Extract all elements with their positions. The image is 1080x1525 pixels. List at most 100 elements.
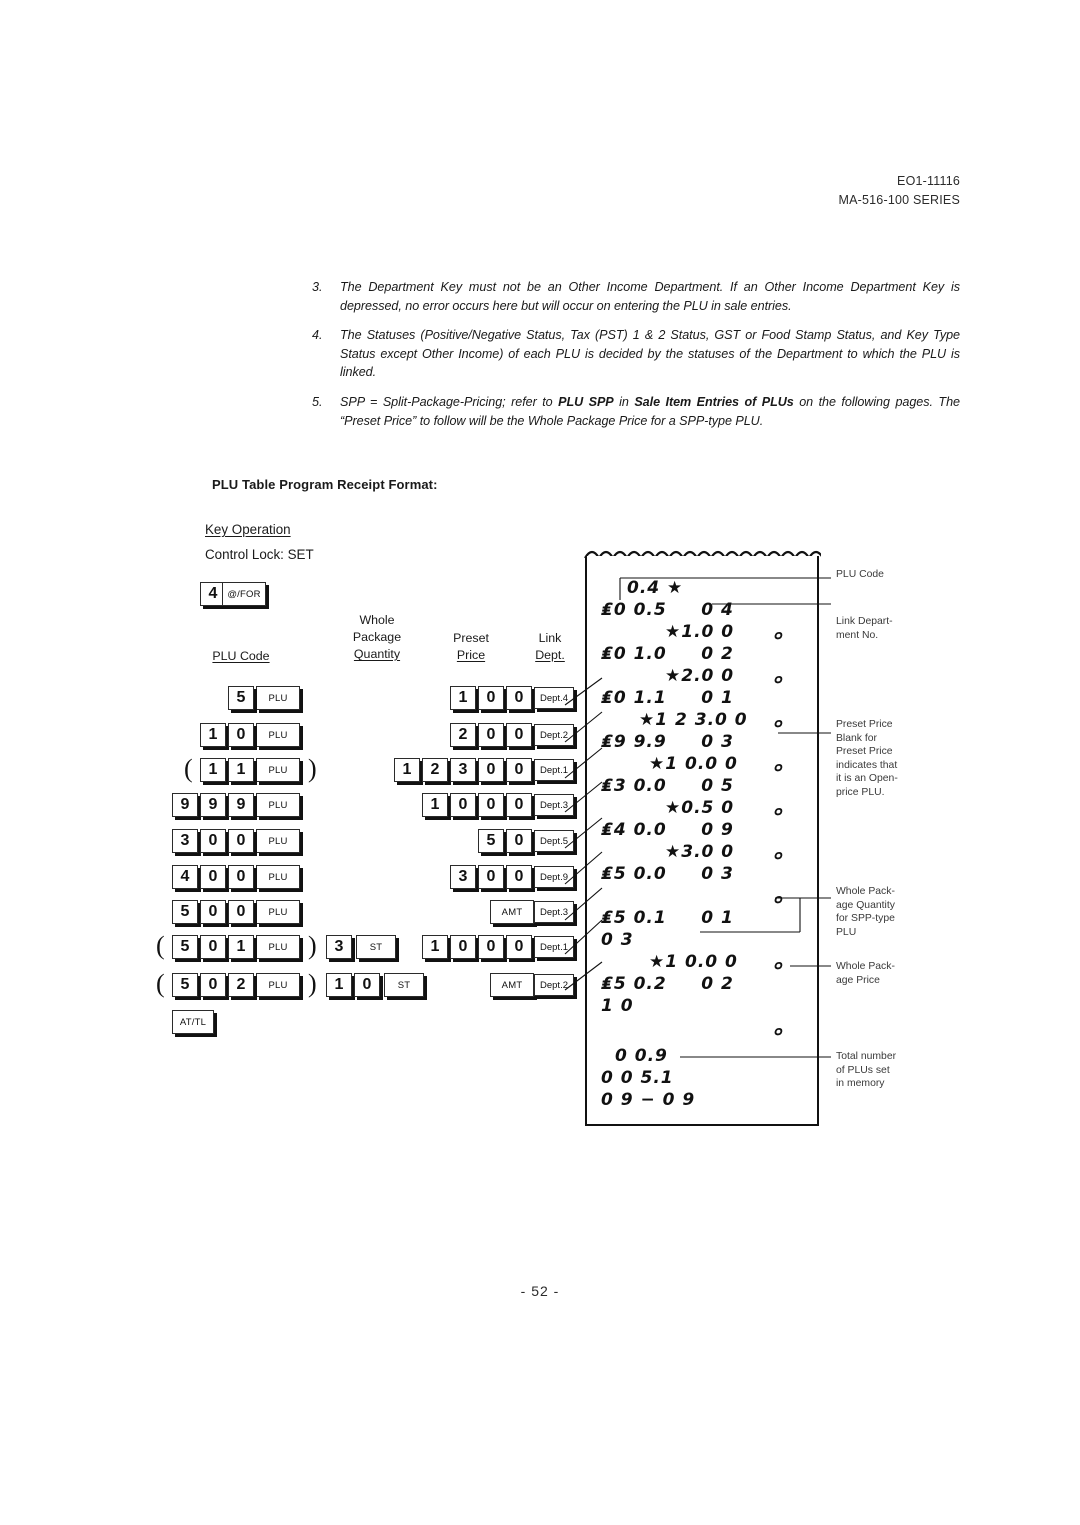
key-price-digit-row8-0[interactable]: 1: [422, 935, 448, 959]
key-dept-row6[interactable]: Dept.9: [534, 866, 574, 888]
key-plu-digit-row6-1[interactable]: 0: [200, 865, 226, 889]
key-plu-row3[interactable]: PLU: [256, 758, 300, 782]
key-price-digit-row8-2[interactable]: 0: [478, 935, 504, 959]
key-plu-row7[interactable]: PLU: [256, 900, 300, 924]
receipt-line: ₤5 0.1 0 1: [601, 908, 734, 928]
receipt-at-marker: ๐: [773, 757, 784, 775]
key-plu-digit-row5-0[interactable]: 3: [172, 829, 198, 853]
annotation-line: Preset Price: [836, 746, 893, 758]
key-plu-digit-row7-2[interactable]: 0: [228, 900, 254, 924]
key-plu-row2[interactable]: PLU: [256, 723, 300, 747]
key-plu-digit-row2-0[interactable]: 1: [200, 723, 226, 747]
receipt-line: 0 9 − 0 9: [601, 1090, 696, 1110]
annotation-line: in memory: [836, 1078, 885, 1090]
key-price-digit-row5-0[interactable]: 5: [478, 829, 504, 853]
caption-preset: Preset: [453, 631, 489, 645]
key-price-digit-row4-2[interactable]: 0: [478, 793, 504, 817]
receipt-body: 0.4 ★ ₤0 0.5 0 4 ★1.0 0 ₤0 1.0 0 2 ★2.0 0 ₤0 …: [585, 556, 819, 1126]
key-at-for[interactable]: @/FOR: [222, 582, 266, 606]
note-text: The Statuses (Positive/Negative Status, …: [340, 328, 960, 380]
key-price-digit-row1-1[interactable]: 0: [478, 686, 504, 710]
key-dept-row4[interactable]: Dept.3: [534, 794, 574, 816]
annotation-preset-price: Preset Price Blank for Preset Price indicat…: [836, 718, 932, 800]
key-qty-digit-row9-0[interactable]: 1: [326, 973, 352, 997]
key-price-digit-row4-3[interactable]: 0: [506, 793, 532, 817]
key-price-digit-row6-0[interactable]: 3: [450, 865, 476, 889]
receipt-line: ₤3 0.0 0 5: [601, 776, 734, 796]
key-plu-digit-row7-0[interactable]: 5: [172, 900, 198, 924]
key-price-digit-row2-1[interactable]: 0: [478, 723, 504, 747]
receipt-at-marker: ๐: [773, 713, 784, 731]
document-code: EO1-11116: [897, 174, 960, 188]
key-st-row8[interactable]: ST: [356, 935, 396, 959]
key-plu-row9[interactable]: PLU: [256, 973, 300, 997]
key-price-digit-row1-2[interactable]: 0: [506, 686, 532, 710]
paren-open-row8: (: [156, 931, 165, 960]
key-price-digit-row4-0[interactable]: 1: [422, 793, 448, 817]
key-st-row9[interactable]: ST: [384, 973, 424, 997]
key-price-digit-row5-1[interactable]: 0: [506, 829, 532, 853]
key-price-digit-row3-3[interactable]: 0: [478, 758, 504, 782]
key-price-digit-row2-0[interactable]: 2: [450, 723, 476, 747]
key-price-digit-row8-1[interactable]: 0: [450, 935, 476, 959]
key-price-digit-row8-3[interactable]: 0: [506, 935, 532, 959]
key-plu-digit-row9-0[interactable]: 5: [172, 973, 198, 997]
key-plu-digit-row4-1[interactable]: 9: [200, 793, 226, 817]
key-price-digit-row3-1[interactable]: 2: [422, 758, 448, 782]
annotation-line: Total number: [836, 1051, 897, 1062]
key-qty-digit-row9-1[interactable]: 0: [354, 973, 380, 997]
key-plu-digit-row4-2[interactable]: 9: [228, 793, 254, 817]
key-amt-row9[interactable]: AMT: [490, 973, 534, 997]
key-price-digit-row3-4[interactable]: 0: [506, 758, 532, 782]
caption-quantity: Quantity: [353, 647, 401, 661]
key-qty-digit-row8-0[interactable]: 3: [326, 935, 352, 959]
key-dept-row1[interactable]: Dept.4: [534, 687, 574, 709]
key-plu-digit-row9-2[interactable]: 2: [228, 973, 254, 997]
key-price-digit-row3-2[interactable]: 3: [450, 758, 476, 782]
key-dept-row8[interactable]: Dept.1: [534, 936, 574, 958]
caption-whole-package-quantity: Whole Package Quantity: [333, 612, 421, 663]
key-price-digit-row2-2[interactable]: 0: [506, 723, 532, 747]
key-plu-row6[interactable]: PLU: [256, 865, 300, 889]
key-plu-digit-row9-1[interactable]: 0: [200, 973, 226, 997]
key-plu-digit-row6-0[interactable]: 4: [172, 865, 198, 889]
series-name: MA-516-100 SERIES: [838, 193, 960, 207]
key-plu-digit-row7-1[interactable]: 0: [200, 900, 226, 924]
receipt-at-marker: ๐: [773, 1021, 784, 1039]
receipt-line: ★1 2 3.0 0: [639, 710, 748, 730]
key-price-digit-row4-1[interactable]: 0: [450, 793, 476, 817]
key-amt-row7[interactable]: AMT: [490, 900, 534, 924]
key-plu-row5[interactable]: PLU: [256, 829, 300, 853]
key-plu-digit-row5-2[interactable]: 0: [228, 829, 254, 853]
key-price-digit-row6-2[interactable]: 0: [506, 865, 532, 889]
key-plu-row4[interactable]: PLU: [256, 793, 300, 817]
key-plu-row8[interactable]: PLU: [256, 935, 300, 959]
caption-whole: Whole: [359, 613, 395, 627]
key-plu-digit-row1-0[interactable]: 5: [228, 686, 254, 710]
key-plu-digit-row3-1[interactable]: 1: [228, 758, 254, 782]
key-price-digit-row6-1[interactable]: 0: [478, 865, 504, 889]
key-at-tl[interactable]: AT/TL: [172, 1010, 214, 1034]
key-plu-digit-row8-2[interactable]: 1: [228, 935, 254, 959]
key-price-digit-row3-0[interactable]: 1: [394, 758, 420, 782]
annotation-link-department-no: Link Depart-ment No.: [836, 615, 932, 642]
notes-list: 3. The Department Key must not be an Oth…: [312, 278, 960, 441]
key-dept-row3[interactable]: Dept.1: [534, 759, 574, 781]
key-plu-digit-row2-1[interactable]: 0: [228, 723, 254, 747]
key-dept-row9[interactable]: Dept.2: [534, 974, 574, 996]
key-plu-digit-row4-0[interactable]: 9: [172, 793, 198, 817]
note-item: 3. The Department Key must not be an Oth…: [312, 278, 960, 315]
key-plu-digit-row5-1[interactable]: 0: [200, 829, 226, 853]
receipt-line: 1 0: [601, 996, 634, 1016]
key-price-digit-row1-0[interactable]: 1: [450, 686, 476, 710]
key-plu-digit-row8-0[interactable]: 5: [172, 935, 198, 959]
key-plu-digit-row8-1[interactable]: 0: [200, 935, 226, 959]
caption-plu-code: PLU Code: [196, 648, 286, 665]
key-plu-row1[interactable]: PLU: [256, 686, 300, 710]
key-dept-row2[interactable]: Dept.2: [534, 724, 574, 746]
key-dept-row5[interactable]: Dept.5: [534, 830, 574, 852]
receipt-line: ₤4 0.0 0 9: [601, 820, 734, 840]
key-dept-row7[interactable]: Dept.3: [534, 901, 574, 923]
key-plu-digit-row3-0[interactable]: 1: [200, 758, 226, 782]
key-plu-digit-row6-2[interactable]: 0: [228, 865, 254, 889]
